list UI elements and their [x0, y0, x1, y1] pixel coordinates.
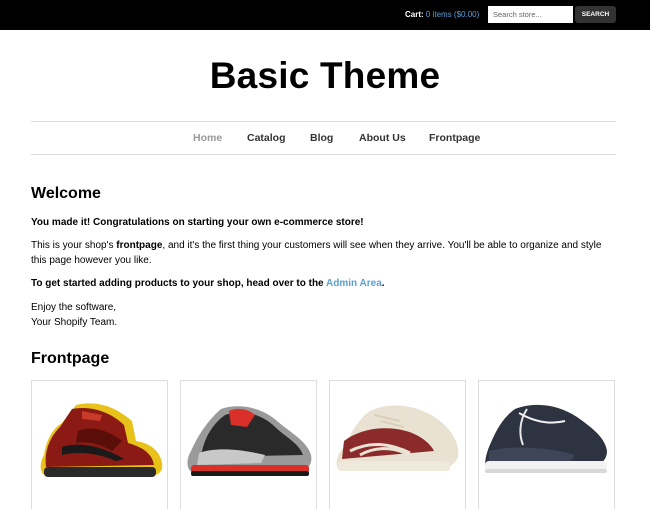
search-input[interactable] — [488, 6, 573, 23]
welcome-heading: Welcome — [31, 185, 101, 202]
product-card[interactable] — [180, 380, 317, 509]
admin-area-link[interactable]: Admin Area — [326, 278, 382, 289]
intro-bold: frontpage — [116, 240, 163, 251]
signoff-line-1: Enjoy the software, — [31, 302, 117, 313]
nav-home[interactable]: Home — [193, 132, 222, 144]
navy-boat-shoe-icon — [485, 404, 607, 473]
cart-link[interactable]: 0 items ($0.00) — [426, 10, 479, 19]
product-card[interactable] — [478, 380, 615, 509]
nav-frontpage[interactable]: Frontpage — [429, 132, 480, 144]
black-grey-red-sneaker-icon — [187, 406, 312, 476]
top-bar: Cart: 0 items ($0.00) SEARCH — [0, 0, 650, 30]
cart-summary: Cart: 0 items ($0.00) — [405, 10, 479, 19]
nav-about-us[interactable]: About Us — [359, 132, 406, 144]
search-button[interactable]: SEARCH — [575, 6, 616, 23]
frontpage-heading: Frontpage — [31, 350, 110, 367]
site-title[interactable]: Basic Theme — [0, 55, 650, 97]
red-yellow-high-top-sneaker-icon — [40, 403, 163, 477]
signoff-line-2: Your Shopify Team. — [31, 317, 118, 328]
congrats-bold: You made it! Congratulations on starting… — [31, 217, 364, 228]
intro-text: This is your shop's frontpage, and it's … — [31, 238, 616, 268]
product-card[interactable] — [31, 380, 168, 509]
product-card[interactable] — [329, 380, 466, 509]
admin-text: To get started adding products to your s… — [31, 276, 616, 291]
admin-before: To get started adding products to your s… — [31, 278, 327, 289]
cart-label: Cart: — [405, 10, 424, 19]
main-nav: Home Catalog Blog About Us Frontpage — [31, 121, 616, 155]
intro-before: This is your shop's — [31, 240, 117, 251]
congrats-text: You made it! Congratulations on starting… — [31, 215, 616, 230]
maroon-white-low-sneaker-icon — [336, 405, 459, 471]
admin-after: . — [381, 278, 385, 289]
nav-blog[interactable]: Blog — [310, 132, 333, 144]
nav-catalog[interactable]: Catalog — [247, 132, 286, 144]
signoff-text: Enjoy the software, Your Shopify Team. — [31, 300, 616, 330]
